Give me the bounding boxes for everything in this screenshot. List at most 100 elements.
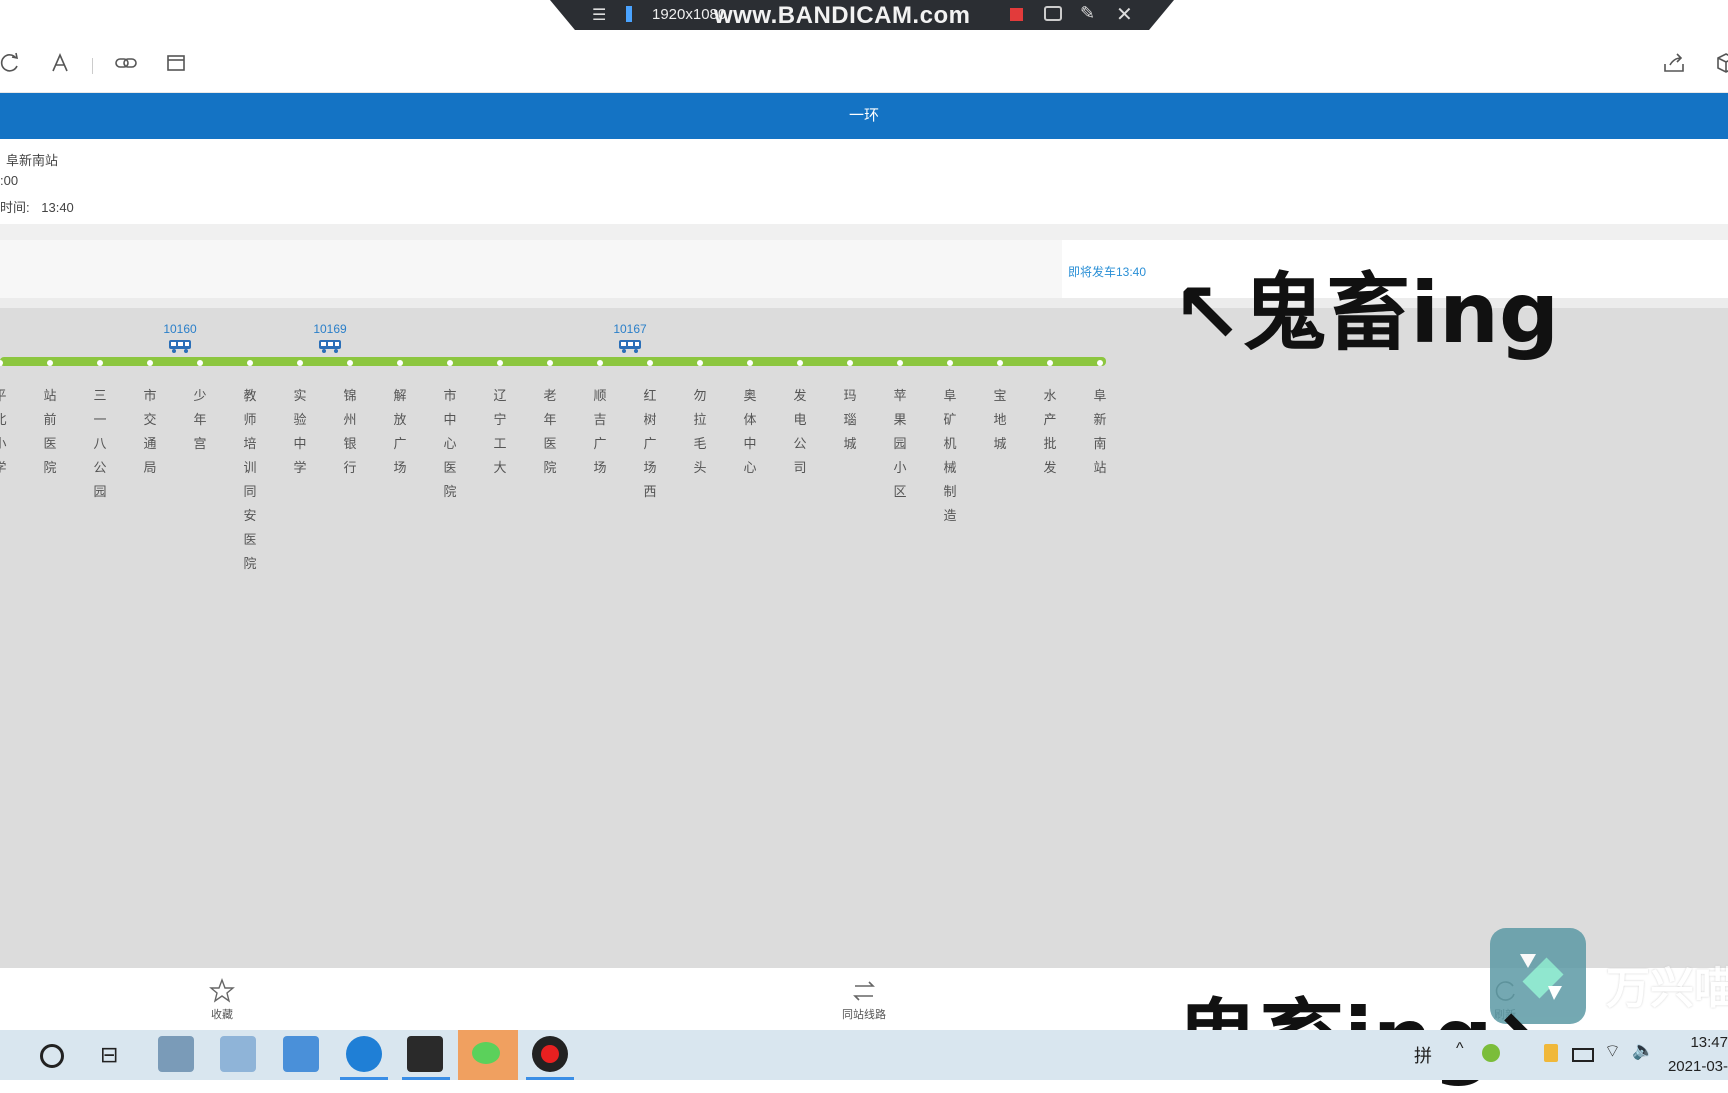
station-name[interactable]: 奥体中心 — [740, 384, 760, 480]
contact-app-icon[interactable] — [283, 1036, 319, 1072]
station-name[interactable]: 站前医院 — [40, 384, 60, 480]
share-icon[interactable] — [1660, 52, 1688, 80]
stop-dot — [1047, 360, 1053, 366]
station-name[interactable]: 阜新南站 — [1090, 384, 1110, 480]
favorite-button[interactable]: 收藏 — [177, 968, 267, 1022]
stop-dot — [347, 360, 353, 366]
close-icon[interactable]: ✕ — [1116, 2, 1133, 27]
window-icon[interactable] — [162, 52, 190, 80]
station-name[interactable]: 阜矿机械制造 — [940, 384, 960, 528]
star-icon — [209, 978, 235, 1003]
stop-dot — [797, 360, 803, 366]
station-name[interactable]: 老年医院 — [540, 384, 560, 480]
favorite-label: 收藏 — [211, 1009, 233, 1021]
stop-dot — [597, 360, 603, 366]
record-icon[interactable] — [1010, 8, 1023, 21]
edge-icon[interactable] — [346, 1036, 382, 1072]
station-name[interactable]: 发电公司 — [790, 384, 810, 480]
station-name[interactable]: 教师培训同安医院 — [240, 384, 260, 576]
bus-marker[interactable]: 10160 — [155, 322, 205, 358]
station-name[interactable]: 宝地城 — [990, 384, 1010, 456]
task-view-icon[interactable]: ⊟ — [100, 1042, 118, 1068]
stop-dot — [97, 360, 103, 366]
route-info: 阜新南站 :00 时间: 13:40 — [0, 139, 1728, 224]
pin-icon[interactable] — [626, 6, 632, 22]
stop-dot — [47, 360, 53, 366]
input-method-icon[interactable]: 拼 — [1414, 1042, 1432, 1068]
app-toolbar — [0, 40, 1728, 93]
text-icon[interactable] — [46, 52, 74, 80]
wifi-icon[interactable]: ⌔ — [1604, 1040, 1621, 1063]
station-name[interactable]: 辽宁工大 — [490, 384, 510, 480]
stop-dot — [897, 360, 903, 366]
stop-dot — [397, 360, 403, 366]
switch-icon — [853, 981, 875, 1001]
divider — [0, 224, 1728, 240]
clock-date[interactable]: 2021-03- — [1668, 1058, 1728, 1075]
wechat-icon — [472, 1042, 500, 1064]
same-station-button[interactable]: 同站线路 — [819, 968, 909, 1022]
overlay-caption-top: ↖鬼畜ing — [1172, 264, 1560, 362]
document-app-icon[interactable] — [220, 1036, 256, 1072]
stop-dot — [497, 360, 503, 366]
stop-dot — [447, 360, 453, 366]
stop-dot — [847, 360, 853, 366]
bus-number: 10169 — [313, 322, 347, 336]
bus-number: 10160 — [163, 322, 197, 336]
station-name[interactable]: 苹果园小区 — [890, 384, 910, 504]
depart-time-row: 时间: 13:40 — [0, 197, 74, 216]
battery-icon[interactable] — [1572, 1048, 1594, 1062]
bandicam-watermark: www.BANDICAM.com — [714, 2, 971, 29]
station-name[interactable]: 少年宫 — [190, 384, 210, 456]
same-station-label: 同站线路 — [842, 1009, 886, 1021]
station-name[interactable]: 红树广场西 — [640, 384, 660, 504]
terminal-station: 阜新南站 — [6, 153, 59, 168]
menu-icon[interactable]: ☰ — [592, 5, 606, 25]
camera-icon[interactable] — [1044, 6, 1062, 21]
cube-icon[interactable] — [1712, 52, 1728, 80]
volume-icon[interactable]: 🔈 — [1632, 1040, 1654, 1061]
stop-dot — [297, 360, 303, 366]
stop-dot — [697, 360, 703, 366]
clock-time[interactable]: 13:47 — [1690, 1034, 1728, 1051]
link-icon[interactable] — [112, 52, 140, 80]
station-name[interactable]: 勿拉毛头 — [690, 384, 710, 480]
station-name[interactable]: 锦州银行 — [340, 384, 360, 480]
shield-icon[interactable] — [1544, 1044, 1558, 1062]
wechat-app-icon[interactable] — [458, 1030, 518, 1080]
route-line — [0, 357, 1106, 366]
stop-dot — [997, 360, 1003, 366]
station-name[interactable]: 玛瑙城 — [840, 384, 860, 456]
cortana-icon[interactable] — [40, 1044, 64, 1068]
toolbar-divider — [92, 58, 93, 74]
station-name[interactable]: 水产批发 — [1040, 384, 1060, 480]
stop-dot — [947, 360, 953, 366]
bus-icon — [319, 340, 341, 353]
computer-app-icon[interactable] — [158, 1036, 194, 1072]
bus-marker[interactable]: 10167 — [605, 322, 655, 358]
station-name[interactable]: 实验中学 — [290, 384, 310, 480]
station-name[interactable]: 三一八公园 — [90, 384, 110, 504]
bus-icon — [169, 340, 191, 353]
bandicam-capture-bar: ☰ 1920x1080 www.BANDICAM.com ✎ ✕ — [550, 0, 1174, 30]
stop-dot — [647, 360, 653, 366]
station-name[interactable]: 解放广场 — [390, 384, 410, 480]
windows-taskbar: ⊟ 拼 ^ ⌔ 🔈 13:47 2021-03- — [0, 1030, 1728, 1080]
station-name[interactable]: 平北小学 — [0, 384, 10, 480]
depart-time-value: 13:40 — [41, 200, 74, 215]
filmora-watermark: 万兴喵 — [1606, 964, 1728, 1013]
station-name[interactable]: 市交通局 — [140, 384, 160, 480]
chevron-up-icon[interactable]: ^ — [1456, 1040, 1464, 1058]
route-map: 平北小学 站前医院 三一八公园 市交通局 少年宫 教师培训同安医院 实验中学 锦州银行 解放广场… — [0, 308, 1728, 968]
bus-marker[interactable]: 10169 — [305, 322, 355, 358]
refresh-icon[interactable] — [0, 52, 24, 80]
record-app-icon[interactable] — [532, 1036, 568, 1072]
station-name[interactable]: 顺吉广场 — [590, 384, 610, 480]
terminal-app-icon[interactable] — [407, 1036, 443, 1072]
station-name[interactable]: 市中心医院 — [440, 384, 460, 504]
first-time: :00 — [0, 173, 19, 188]
pen-icon[interactable]: ✎ — [1080, 3, 1095, 24]
departure-notice: 即将发车13:40 — [1068, 265, 1147, 279]
security-tray-icon[interactable] — [1482, 1044, 1500, 1062]
record-icon — [541, 1045, 559, 1063]
